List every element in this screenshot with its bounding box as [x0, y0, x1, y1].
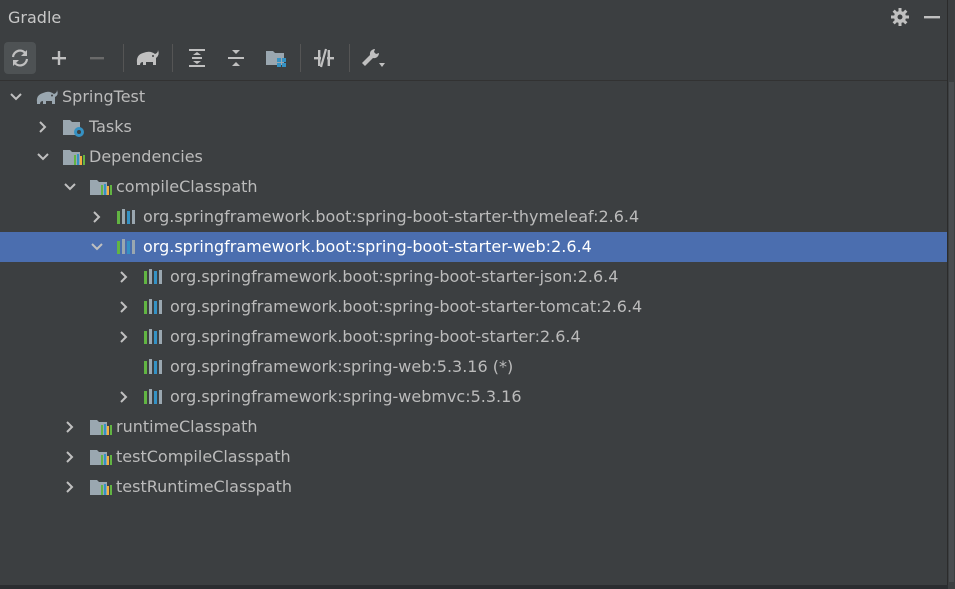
tree-row-label: testCompileClasspath: [116, 447, 291, 466]
tree-row[interactable]: org.springframework:spring-web:5.3.16 (*…: [0, 352, 948, 382]
header-actions: [888, 5, 944, 29]
toolbar-separator: [349, 44, 350, 72]
gradle-elephant-icon: [35, 88, 59, 106]
tool-window-title: Gradle: [8, 8, 62, 27]
tasks-folder-icon: [62, 118, 86, 137]
remove-icon[interactable]: [81, 42, 113, 74]
tree-row-label: org.springframework.boot:spring-boot-sta…: [143, 207, 640, 226]
dependencies-folder-icon: [89, 418, 113, 436]
build-tool-settings-icon[interactable]: [357, 42, 389, 74]
collapse-all-icon[interactable]: [220, 42, 252, 74]
chevron-right-icon[interactable]: [35, 119, 51, 135]
toggle-offline-icon[interactable]: [308, 42, 340, 74]
tree-row[interactable]: testCompileClasspath: [0, 442, 948, 472]
dependencies-folder-icon: [89, 178, 113, 196]
tree-row[interactable]: Tasks: [0, 112, 948, 142]
library-icon: [143, 328, 167, 346]
tree-row[interactable]: org.springframework.boot:spring-boot-sta…: [0, 262, 948, 292]
dependencies-folder-icon: [62, 148, 86, 166]
tree-row-label: org.springframework:spring-webmvc:5.3.16: [170, 387, 522, 406]
tree-row[interactable]: org.springframework.boot:spring-boot-sta…: [0, 232, 948, 262]
dependencies-folder-icon: [89, 448, 113, 466]
library-icon: [143, 358, 167, 376]
tree-row[interactable]: org.springframework.boot:spring-boot-sta…: [0, 202, 948, 232]
gradle-projects-tree[interactable]: SpringTest Tasks Dependencies compileClassp…: [0, 81, 948, 587]
chevron-right-icon[interactable]: [62, 449, 78, 465]
toolbar-separator: [172, 44, 173, 72]
tree-row-label: testRuntimeClasspath: [116, 477, 293, 496]
library-icon: [143, 298, 167, 316]
minimize-icon[interactable]: [920, 5, 944, 29]
chevron-right-icon[interactable]: [89, 209, 105, 225]
tool-window-header: Gradle: [0, 0, 948, 36]
gradle-toolbar: [0, 36, 948, 81]
toolbar-separator: [123, 44, 124, 72]
library-icon: [143, 388, 167, 406]
gradle-elephant-icon[interactable]: [131, 42, 163, 74]
vertical-scrollbar[interactable]: [947, 0, 955, 589]
add-icon[interactable]: [43, 42, 75, 74]
tree-row[interactable]: runtimeClasspath: [0, 412, 948, 442]
tree-row[interactable]: testRuntimeClasspath: [0, 472, 948, 502]
tree-row-label: org.springframework.boot:spring-boot-sta…: [170, 327, 581, 346]
library-icon: [143, 268, 167, 286]
toolbar-separator: [300, 44, 301, 72]
chevron-right-icon[interactable]: [62, 419, 78, 435]
bottom-border: [0, 585, 948, 589]
tree-row[interactable]: org.springframework.boot:spring-boot-sta…: [0, 292, 948, 322]
tree-row-label: org.springframework:spring-web:5.3.16 (*…: [170, 357, 514, 376]
chevron-right-icon[interactable]: [116, 269, 132, 285]
dependencies-folder-icon: [89, 478, 113, 496]
chevron-right-icon[interactable]: [116, 299, 132, 315]
tree-row-label: compileClasspath: [116, 177, 258, 196]
chevron-down-icon[interactable]: [89, 239, 105, 255]
tree-row-label: org.springframework.boot:spring-boot-sta…: [143, 237, 592, 256]
library-icon: [116, 238, 140, 256]
tree-row[interactable]: compileClasspath: [0, 172, 948, 202]
chevron-right-icon[interactable]: [116, 329, 132, 345]
tree-row[interactable]: SpringTest: [0, 82, 948, 112]
tree-row-label: Tasks: [89, 117, 132, 136]
tree-row-label: org.springframework.boot:spring-boot-sta…: [170, 267, 619, 286]
group-modules-icon[interactable]: [260, 42, 292, 74]
expand-all-icon[interactable]: [181, 42, 213, 74]
tree-row-label: runtimeClasspath: [116, 417, 258, 436]
settings-gear-icon[interactable]: [888, 5, 912, 29]
library-icon: [116, 208, 140, 226]
chevron-right-icon[interactable]: [62, 479, 78, 495]
tree-row-label: org.springframework.boot:spring-boot-sta…: [170, 297, 643, 316]
tree-row[interactable]: org.springframework.boot:spring-boot-sta…: [0, 322, 948, 352]
tree-row[interactable]: Dependencies: [0, 142, 948, 172]
tree-row-label: Dependencies: [89, 147, 203, 166]
tree-row[interactable]: org.springframework:spring-webmvc:5.3.16: [0, 382, 948, 412]
chevron-down-icon[interactable]: [62, 179, 78, 195]
chevron-down-icon[interactable]: [35, 149, 51, 165]
reload-all-gradle-projects-icon[interactable]: [4, 42, 36, 74]
chevron-right-icon[interactable]: [116, 389, 132, 405]
scrollbar-thumb[interactable]: [949, 82, 954, 582]
chevron-down-icon[interactable]: [8, 89, 24, 105]
tree-row-label: SpringTest: [62, 87, 146, 106]
